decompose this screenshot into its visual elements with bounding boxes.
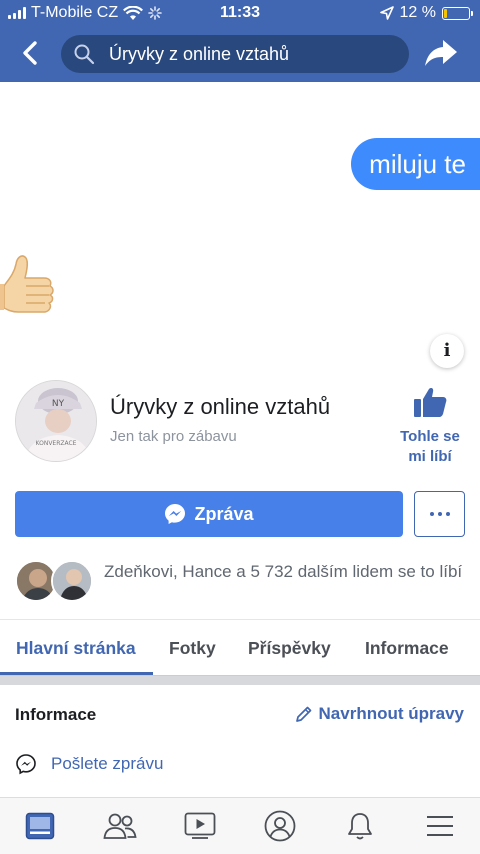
friend-avatar	[51, 560, 93, 602]
tab-hlavni-stranka[interactable]: Hlavní stránka	[16, 638, 136, 659]
search-query: Úryvky z online vztahů	[109, 43, 290, 64]
messenger-outline-icon	[16, 754, 36, 775]
location-arrow-icon	[379, 6, 394, 20]
chat-bubble: miluju te	[351, 138, 480, 190]
like-page-button[interactable]: Tohle se mi líbí	[392, 386, 468, 467]
svg-text:KONVERZACE: KONVERZACE	[36, 440, 77, 447]
friends-avatars	[15, 560, 95, 602]
friends-icon[interactable]	[100, 808, 140, 844]
thumbs-up-icon	[414, 388, 447, 417]
messenger-icon	[165, 504, 186, 524]
bottom-tab-bar	[0, 797, 480, 854]
battery-fill	[444, 8, 448, 18]
page-title: Úryvky z online vztahů	[110, 394, 331, 419]
tab-prispevky[interactable]: Příspěvky	[248, 638, 331, 659]
pencil-icon	[295, 706, 311, 722]
battery-percent: 12 %	[399, 4, 436, 21]
more-icon[interactable]	[414, 491, 465, 537]
tab-informace[interactable]: Informace	[365, 638, 449, 659]
send-message-link[interactable]: Pošlete zprávu	[15, 753, 163, 775]
info-icon[interactable]: i	[430, 334, 464, 368]
tab-fotky[interactable]: Fotky	[169, 638, 216, 659]
send-message-label: Pošlete zprávu	[51, 754, 164, 773]
divider	[0, 619, 480, 620]
suggest-edits-label: Navrhnout úpravy	[318, 704, 464, 723]
thumbs-up-emoji	[0, 255, 54, 313]
chevron-left-icon[interactable]	[16, 38, 46, 68]
avatar-image: NY KONVERZACE	[16, 381, 96, 461]
notifications-icon[interactable]	[340, 808, 380, 844]
like-label-line2: mi líbí	[408, 448, 452, 465]
info-section-title: Informace	[15, 705, 97, 724]
page-avatar[interactable]: NY KONVERZACE	[15, 380, 97, 462]
suggest-edits-link[interactable]: Navrhnout úpravy	[295, 704, 464, 724]
section-separator	[0, 675, 480, 685]
profile-icon[interactable]	[260, 808, 300, 844]
like-label-line1: Tohle se	[400, 428, 460, 445]
status-bar: T-Mobile CZ 11:33 12 %	[0, 0, 480, 26]
search-input[interactable]: Úryvky z online vztahů	[61, 35, 409, 73]
watch-icon[interactable]	[180, 808, 220, 844]
cover-photo[interactable]: miluju te	[0, 82, 480, 350]
share-icon[interactable]	[424, 38, 458, 68]
likes-summary: Zdeňkovi, Hance a 5 732 dalším lidem se …	[104, 562, 463, 581]
message-button[interactable]: Zpráva	[15, 491, 403, 537]
page-subtitle: Jen tak pro zábavu	[110, 428, 237, 445]
status-right: 12 %	[379, 4, 473, 22]
news-feed-icon[interactable]	[20, 808, 60, 844]
message-button-label: Zpráva	[194, 503, 254, 524]
svg-text:NY: NY	[52, 399, 65, 409]
top-bar: T-Mobile CZ 11:33 12 % Úryvky z online v…	[0, 0, 480, 82]
menu-icon[interactable]	[420, 808, 460, 844]
search-icon	[74, 44, 95, 65]
battery-icon	[442, 6, 473, 20]
